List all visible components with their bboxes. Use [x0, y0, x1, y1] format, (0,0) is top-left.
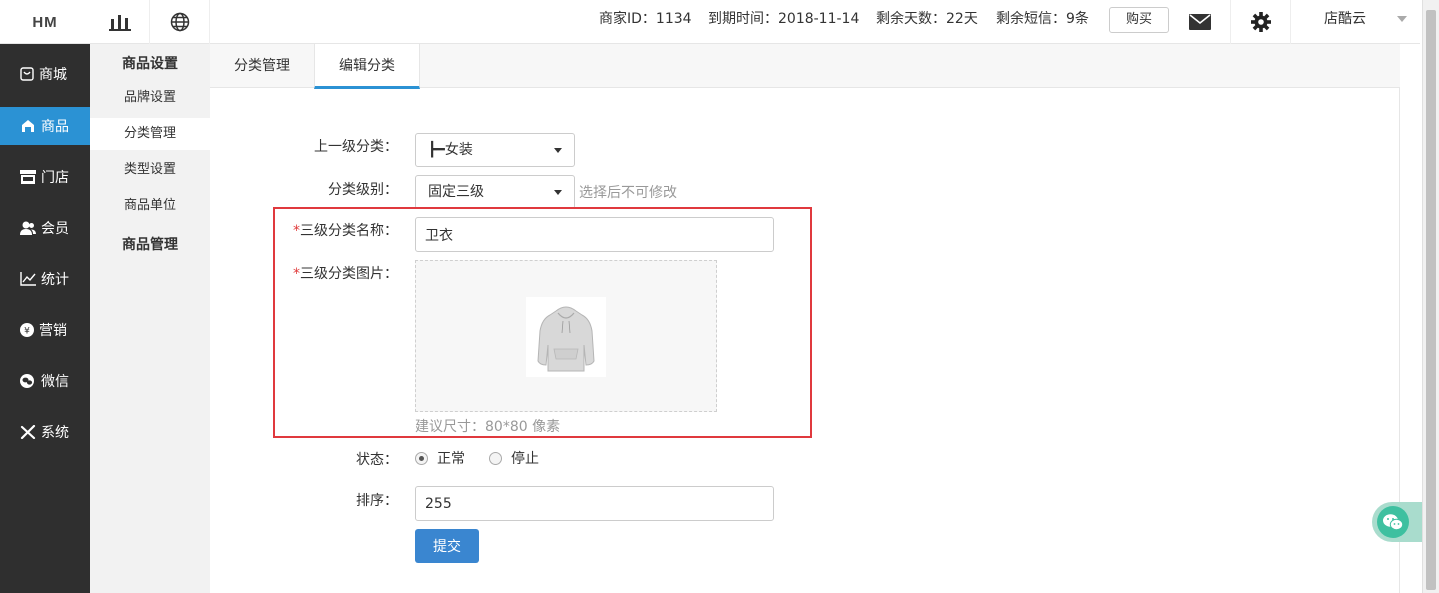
main-content: 分类管理 编辑分类 上一级分类： ┣━女装 分类级别： 固定三级 选择后不可修改… [210, 44, 1400, 593]
status-option-normal[interactable]: 正常 [415, 448, 465, 468]
sidebar-item-member[interactable]: 会员 [0, 209, 90, 247]
subnav-item-type[interactable]: 类型设置 [90, 154, 210, 186]
wechat-float-button[interactable] [1372, 502, 1422, 542]
radio-normal[interactable] [415, 451, 428, 465]
category-level-hint: 选择后不可修改 [579, 185, 677, 201]
subnav-heading-goods-management[interactable]: 商品管理 [90, 234, 210, 254]
svg-text:¥: ¥ [24, 327, 30, 337]
mail-icon [1189, 14, 1211, 30]
sort-label: 排序： [356, 493, 398, 509]
stats-icon [20, 272, 36, 286]
image-size-hint: 建议尺寸：80*80 像素 [415, 419, 561, 435]
radio-stopped[interactable] [489, 451, 502, 465]
globe-icon [170, 12, 189, 32]
parent-category-label: 上一级分类： [314, 139, 398, 155]
mail-button[interactable] [1175, 0, 1225, 44]
shop-icon [20, 170, 36, 184]
category-name-label: *三级分类名称： [198, 220, 398, 240]
sidebar-item-goods[interactable]: 商品 [0, 107, 90, 145]
days-left: 剩余天数：22天 [876, 11, 978, 27]
wechat-icon [20, 374, 34, 388]
sidebar-item-system[interactable]: 系统 [0, 413, 90, 451]
status-option-label: 停止 [511, 451, 539, 467]
system-icon [20, 425, 36, 439]
subnav-item-brand[interactable]: 品牌设置 [90, 82, 210, 114]
page-scrollbar-thumb[interactable] [1426, 10, 1436, 590]
website-nav-button[interactable] [150, 0, 210, 44]
required-mark: * [293, 266, 300, 282]
sidebar-item-label: 商品 [41, 119, 69, 135]
sidebar-item-label: 营销 [39, 323, 67, 339]
category-image-label: *三级分类图片： [198, 263, 398, 283]
goods-icon [22, 120, 34, 132]
status-label: 状态： [356, 452, 398, 468]
sidebar-item-label: 微信 [41, 374, 69, 390]
category-image-label-text: 三级分类图片： [300, 266, 398, 282]
category-image-thumbnail [526, 297, 606, 377]
logo[interactable]: HM [0, 0, 90, 44]
status-option-label: 正常 [437, 451, 465, 467]
member-icon [20, 221, 36, 235]
sidebar-item-label: 系统 [41, 425, 69, 441]
category-level-select[interactable]: 固定三级 [415, 175, 575, 209]
user-menu[interactable]: 店酷云 [1290, 0, 1420, 44]
sidebar-item-label: 会员 [41, 221, 69, 237]
page-scrollbar[interactable] [1422, 0, 1439, 593]
sidebar-item-mall[interactable]: 商城 [0, 55, 90, 93]
expire-time: 到期时间：2018-11-14 [708, 11, 860, 27]
sidebar-item-wechat[interactable]: 微信 [0, 362, 90, 400]
sidebar-item-store[interactable]: 门店 [0, 158, 90, 196]
category-level-value: 固定三级 [428, 184, 484, 200]
subnav-item-unit[interactable]: 商品单位 [90, 190, 210, 222]
gear-icon [1250, 12, 1271, 32]
stats-nav-button[interactable] [90, 0, 150, 44]
sidebar-item-label: 商城 [39, 67, 67, 83]
hoodie-image [537, 306, 595, 372]
bar-chart-icon [108, 15, 131, 31]
parent-category-value: ┣━女装 [428, 142, 473, 158]
sort-input[interactable] [415, 486, 774, 521]
chevron-down-icon [554, 190, 562, 195]
tab-bar: 分类管理 编辑分类 [210, 44, 1400, 89]
category-level-label: 分类级别： [328, 182, 398, 198]
parent-category-select[interactable]: ┣━女装 [415, 133, 575, 167]
chevron-down-icon [554, 148, 562, 153]
sms-left: 剩余短信：9条 [996, 11, 1089, 27]
subnav-heading-goods-settings: 商品设置 [122, 56, 178, 72]
merchant-id: 商家ID：1134 [599, 11, 692, 27]
wechat-float-circle [1377, 506, 1409, 538]
status-option-stopped[interactable]: 停止 [489, 448, 539, 468]
marketing-icon: ¥ [20, 323, 34, 337]
sidebar-item-marketing[interactable]: ¥ 营销 [0, 311, 90, 349]
submit-button[interactable]: 提交 [415, 529, 479, 563]
category-image-upload[interactable] [415, 260, 717, 412]
required-mark: * [293, 223, 300, 239]
sidebar-item-label: 统计 [41, 272, 69, 288]
sidebar-item-label: 门店 [41, 170, 69, 186]
sidebar-item-statistics[interactable]: 统计 [0, 260, 90, 298]
user-name: 店酷云 [1324, 11, 1366, 27]
sub-sidebar: 商品设置 品牌设置 分类管理 类型设置 商品单位 商品管理 [90, 44, 210, 593]
tab-category-management[interactable]: 分类管理 [210, 44, 314, 88]
main-sidebar: 商城 商品 门店 会员 统计 ¥ 营销 微信 系统 [0, 44, 90, 593]
store-icon [20, 67, 34, 81]
top-header: HM 商家ID：1134 到期时间：2018-11-14 剩余天数：22天 剩余… [0, 0, 1420, 44]
category-name-label-text: 三级分类名称： [300, 223, 398, 239]
settings-button[interactable] [1230, 0, 1290, 44]
category-name-input[interactable] [415, 217, 774, 252]
tab-edit-category[interactable]: 编辑分类 [314, 44, 420, 89]
wechat-icon [1383, 514, 1404, 531]
caret-down-icon [1397, 16, 1407, 22]
buy-button[interactable]: 购买 [1109, 7, 1169, 33]
subnav-item-category[interactable]: 分类管理 [90, 118, 210, 150]
